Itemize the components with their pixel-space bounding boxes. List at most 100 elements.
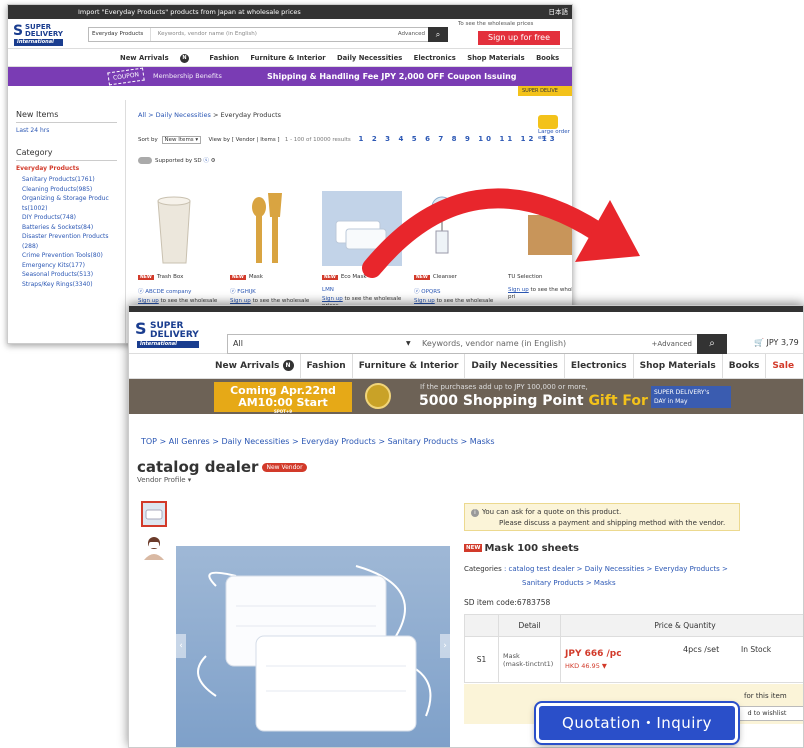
product-card[interactable]: NEW Mask ⓥ FGHIJK Sign up to see the whol… [230, 191, 310, 312]
nav-daily-necessities[interactable]: Daily Necessities [465, 354, 565, 379]
vendor-name[interactable]: catalog dealer [137, 458, 258, 476]
product-name[interactable]: Trash Box [157, 274, 184, 280]
product-image[interactable] [230, 191, 310, 266]
nav-furniture[interactable]: Furniture & Interior [250, 54, 325, 62]
promo-corner[interactable]: SUPER DELIVE [518, 86, 572, 96]
nav-furniture[interactable]: Furniture & Interior [353, 354, 466, 379]
may-day-tag[interactable]: SUPER DELIVERY's DAY in May [651, 386, 731, 408]
product-card[interactable]: NEW Trash Box ⓥ ABCDE company Sign up to … [138, 191, 218, 312]
new-items-heading: New Items [16, 110, 117, 123]
promo-banner[interactable]: Coming Apr.22nd AM10:00 Start SPOT+9 If … [129, 379, 803, 414]
advanced-search-link[interactable]: Advanced [398, 28, 425, 41]
nav-new-arrivals[interactable]: New Arrivals N [120, 53, 198, 63]
help-icon[interactable]: ⓢ [203, 158, 209, 164]
product-name: Mask 100 sheets [484, 543, 579, 554]
signup-link[interactable]: Sign up [414, 298, 435, 304]
row-price: JPY 666 /pc HKD 46.95 ▼ 4pcs /set In Sto… [560, 636, 803, 683]
product-card[interactable]: NEW Cleanser ⓥ OPQRS Sign up to see the w… [414, 191, 494, 312]
chevron-down-icon[interactable]: ▼ [406, 335, 411, 353]
thumbnail-mask[interactable] [141, 501, 167, 527]
categories-path[interactable]: : catalog test dealer > Daily Necessitie… [504, 565, 728, 573]
signup-link[interactable]: Sign up [322, 296, 343, 302]
sidebar-item[interactable]: Sanitary Products(1761) [22, 175, 117, 185]
nav-books[interactable]: Books [723, 354, 767, 379]
product-name[interactable]: TU Selection [508, 274, 542, 280]
search-input[interactable]: Keywords, vendor name (in English) [153, 28, 257, 41]
search-button[interactable]: ⌕ [697, 334, 727, 354]
signup-link[interactable]: Sign up [138, 298, 159, 304]
toggle-switch[interactable] [138, 157, 152, 164]
nav-books[interactable]: Books [536, 54, 559, 62]
sidebar-item[interactable]: DIY Products(748) [22, 213, 117, 223]
sidebar-item[interactable]: Emergency Kits(177) [22, 261, 117, 271]
search-button[interactable]: ⌕ [428, 27, 448, 42]
coupon-banner[interactable]: COUPON Membership Benefits Shipping & Ha… [8, 67, 572, 86]
search-category-select[interactable]: Everyday Products [89, 28, 151, 41]
sidebar-item[interactable]: Seasonal Products(513) [22, 270, 117, 280]
site-logo[interactable]: S SUPER DELIVERY International [13, 24, 63, 46]
nav-electronics[interactable]: Electronics [414, 54, 456, 62]
product-card[interactable]: TU Selection Sign up to see the wholesal… [508, 191, 572, 301]
nav-electronics[interactable]: Electronics [565, 354, 634, 379]
breadcrumb-link[interactable]: All > Daily Necessities [138, 111, 211, 119]
last-24-link[interactable]: Last 24 hrs [16, 127, 117, 134]
price-hkd[interactable]: HKD 46.95 ▼ [565, 662, 803, 670]
sidebar-item[interactable]: Crime Prevention Tools(80) [22, 251, 117, 261]
sidebar-item[interactable]: Batteries & Sockets(84) [22, 223, 117, 233]
view-toggle[interactable]: View by [ Vendor | Items ] [208, 137, 279, 143]
signup-link[interactable]: Sign up [230, 298, 251, 304]
sidebar-item[interactable]: Organizing & Storage Produc ts(1002) [22, 194, 117, 213]
vendor-link[interactable]: LMN [322, 287, 334, 293]
breadcrumb-current: > Everyday Products [212, 111, 282, 119]
sidebar-item[interactable]: Cleaning Products(985) [22, 185, 117, 195]
nav-fashion[interactable]: Fashion [209, 54, 239, 62]
quotation-inquiry-button[interactable]: Quotation・Inquiry [536, 703, 738, 743]
thumbnail-person[interactable] [141, 534, 167, 560]
nav-fashion[interactable]: Fashion [301, 354, 353, 379]
product-image[interactable] [414, 191, 494, 266]
product-card[interactable]: NEW Eco Mask LMN Sign up to see the whole… [322, 191, 402, 310]
product-image[interactable] [508, 191, 572, 266]
active-category[interactable]: Everyday Products [16, 165, 117, 172]
logo-line2: DELIVERY [25, 30, 63, 38]
nav-sale[interactable]: Sale [766, 354, 800, 379]
site-logo[interactable]: S SUPER DELIVERY International [135, 321, 199, 348]
new-tag: NEW [138, 275, 154, 280]
language-link[interactable]: 日本語 [549, 5, 569, 19]
next-image-button[interactable]: › [440, 634, 450, 658]
vendor-link[interactable]: ABCDE company [145, 289, 191, 295]
product-name[interactable]: Eco Mask [341, 274, 367, 280]
vendor-profile-link[interactable]: Vendor Profile ▾ [137, 476, 191, 484]
prev-image-button[interactable]: ‹ [176, 634, 186, 658]
pagination[interactable]: 1 2 3 4 5 6 7 8 9 10 11 12 13 [359, 135, 558, 143]
product-image[interactable] [138, 191, 218, 266]
signup-button[interactable]: Sign up for free [478, 31, 560, 45]
nav-daily-necessities[interactable]: Daily Necessities [337, 54, 402, 62]
search-input[interactable]: Keywords, vendor name (in English) [422, 335, 566, 353]
vendor-link[interactable]: FGHIJK [237, 289, 255, 295]
product-name[interactable]: Mask [249, 274, 263, 280]
cup-illustration [157, 196, 191, 264]
product-photo[interactable]: ‹ › [176, 546, 450, 747]
nav-shop-materials[interactable]: Shop Materials [634, 354, 723, 379]
nav-shop-materials[interactable]: Shop Materials [467, 54, 525, 62]
large-order-link[interactable]: Large order est [538, 115, 572, 141]
mask-thumb-illustration [145, 509, 163, 520]
nav-new-arrivals[interactable]: New Arrivals N [209, 354, 301, 379]
signup-link[interactable]: Sign up [508, 287, 529, 293]
search-category-select[interactable]: All [228, 335, 308, 353]
vendor-link[interactable]: OPQRS [421, 289, 440, 295]
product-image[interactable] [322, 191, 402, 266]
advanced-search-link[interactable]: +Advanced [652, 335, 692, 353]
sort-select[interactable]: New Items ▾ [161, 136, 202, 144]
header: S SUPER DELIVERY International All ▼ Keyw… [129, 312, 803, 354]
product-name[interactable]: Cleanser [433, 274, 457, 280]
settings-icon[interactable]: ⚙ [211, 158, 216, 164]
supported-filter[interactable]: Supported by SD ⓢ ⚙ [138, 156, 572, 164]
breadcrumb[interactable]: TOP > All Genres > Daily Necessities > E… [141, 437, 495, 446]
categories-path-2[interactable]: Sanitary Products > Masks [464, 579, 616, 587]
sidebar-item[interactable]: Disaster Prevention Products (288) [22, 232, 117, 251]
sidebar-item[interactable]: Straps/Key Rings(3340) [22, 280, 117, 290]
new-tag: NEW [322, 275, 338, 280]
cart-link[interactable]: 🛒 JPY 3,79 [754, 338, 799, 347]
